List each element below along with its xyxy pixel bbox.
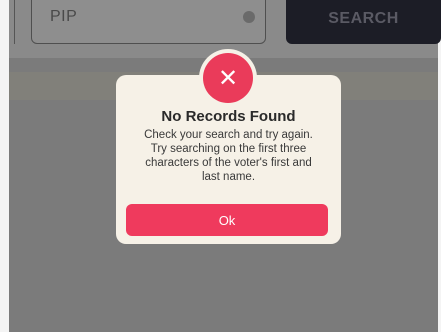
dialog-message: Check your search and try again. Try sea… [122,128,335,184]
search-button[interactable]: SEARCH [286,0,441,44]
dialog-message-line: Try searching on the first three [150,143,307,155]
ok-button[interactable]: Ok [126,204,328,236]
dialog-message-line: characters of the voter's first and [145,157,312,169]
clear-icon[interactable] [243,11,255,23]
search-input-value: PIP [50,8,78,25]
dialog-icon-badge: ✕ [199,49,257,107]
left-edge [0,0,9,332]
search-input[interactable]: PIP [31,0,266,44]
screen: PIP SEARCH No Records Found Check your s… [0,0,441,332]
close-icon[interactable]: ✕ [203,53,253,103]
back-control [9,0,15,44]
dialog-message-line: last name. [201,171,256,183]
dialog-message-line: Check your search and try again. [144,129,313,141]
dialog-title: No Records Found [161,108,296,125]
